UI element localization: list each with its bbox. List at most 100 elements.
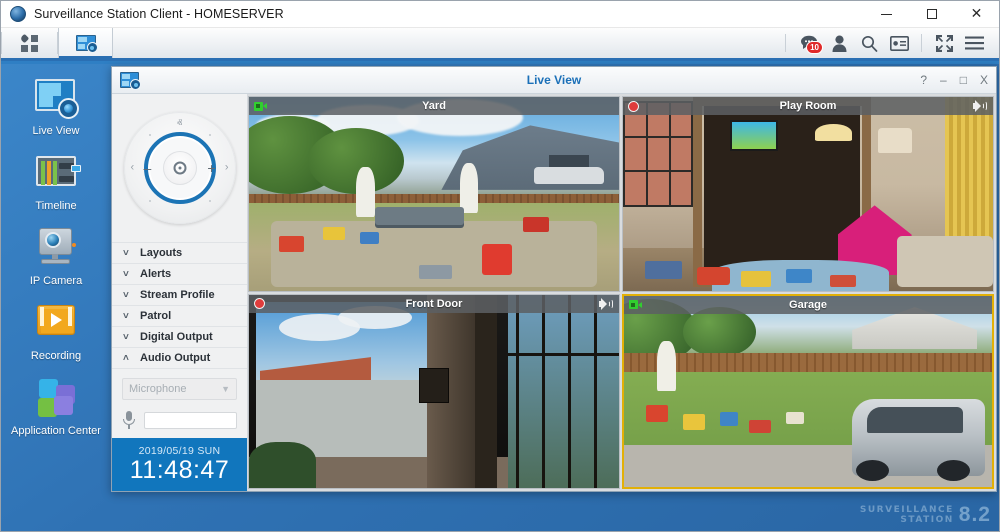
microphone-select[interactable]: Microphone ▼ (122, 378, 237, 400)
live-view-window-controls: ? – □ X (920, 74, 996, 86)
ptz-right-arrow[interactable]: › (225, 163, 229, 174)
accordion-label: Patrol (140, 310, 171, 322)
camera-name: Play Room (623, 100, 993, 112)
sidebar-item-application-center[interactable]: Application Center (1, 376, 111, 437)
ptz-up-arrow[interactable]: ⱏ (177, 119, 182, 130)
microphone-volume-row (122, 411, 237, 429)
sidebar-item-timeline[interactable]: Timeline (1, 151, 111, 212)
chevron-down-icon: ˅ (123, 248, 134, 259)
window-title-bar: Surveillance Station Client - HOMESERVER… (1, 1, 999, 28)
camera-control-panel: ⱏ ⱟ ‹ › – + ˅ Layouts ˅ Alerts ˅ Stream … (112, 94, 248, 491)
sidebar: Live View Timeline IP Camera Recording A… (1, 64, 111, 531)
sidebar-item-live-view[interactable]: Live View (1, 76, 111, 137)
live-view-window: Live View ? – □ X ⱏ ⱟ ‹ › – + ˅ Layouts … (111, 66, 997, 492)
live-view-window-title: Live View (112, 73, 996, 87)
accordion-stream-profile[interactable]: ˅ Stream Profile (112, 285, 247, 306)
accordion-patrol[interactable]: ˅ Patrol (112, 306, 247, 327)
accordion-audio-output[interactable]: ˄ Audio Output (112, 348, 247, 369)
ptz-diagonal-dot (149, 200, 151, 202)
sidebar-item-ip-camera[interactable]: IP Camera (1, 226, 111, 287)
help-button[interactable]: ? (920, 74, 927, 86)
camera-tile-play-room[interactable]: Play Room (622, 96, 994, 292)
ptz-dial[interactable]: ⱏ ⱟ ‹ › – + (124, 112, 236, 224)
notification-badge: 10 (806, 41, 823, 54)
hamburger-menu-icon[interactable] (959, 27, 989, 60)
clock-widget: 2019/05/19 SUN 11:48:47 (112, 438, 247, 491)
accordion-label: Layouts (140, 247, 182, 259)
camera-tile-header: Front Door (249, 295, 619, 313)
sidebar-item-label: Application Center (11, 425, 101, 437)
accordion-label: Digital Output (140, 331, 213, 343)
ptz-diagonal-dot (209, 200, 211, 202)
window-minimize-button[interactable] (864, 1, 909, 28)
accordion-label: Stream Profile (140, 289, 215, 301)
close-button[interactable]: X (980, 74, 988, 86)
timeline-icon (33, 151, 79, 195)
chevron-up-icon: ˄ (123, 353, 134, 364)
camera-green-icon (254, 102, 267, 111)
accordion-digital-output[interactable]: ˅ Digital Output (112, 327, 247, 348)
live-view-window-titlebar: Live View ? – □ X (112, 67, 996, 94)
notifications-chat-icon[interactable]: 10 (794, 27, 824, 60)
clock-time: 11:48:47 (130, 457, 229, 484)
license-card-icon[interactable] (884, 27, 914, 60)
camera-tile-garage[interactable]: Garage (622, 294, 994, 490)
accordion-label: Audio Output (140, 352, 210, 364)
microphone-select-value: Microphone (129, 383, 186, 395)
tab-live-view[interactable] (58, 28, 113, 58)
camera-video-feed (624, 296, 992, 488)
window-maximize-button[interactable] (909, 1, 954, 28)
live-view-body: ⱏ ⱟ ‹ › – + ˅ Layouts ˅ Alerts ˅ Stream … (112, 94, 996, 491)
camera-name: Front Door (249, 298, 619, 310)
microphone-icon[interactable] (122, 411, 136, 429)
chevron-down-icon: ▼ (221, 384, 230, 394)
magnifier-glyph (861, 35, 878, 52)
camera-tile-header: Play Room (623, 97, 993, 115)
chevron-down-icon: ˅ (123, 290, 134, 301)
camera-tile-front-door[interactable]: Front Door (248, 294, 620, 490)
ptz-control[interactable]: ⱏ ⱟ ‹ › – + (112, 94, 247, 242)
home-target-icon[interactable] (173, 162, 186, 175)
sidebar-item-recording[interactable]: Recording (1, 301, 111, 362)
record-red-icon (254, 298, 265, 309)
accordion-alerts[interactable]: ˅ Alerts (112, 264, 247, 285)
person-glyph (832, 35, 847, 52)
camera-name: Garage (624, 299, 992, 311)
ptz-diagonal-dot (149, 134, 151, 136)
minimize-button[interactable]: – (940, 74, 947, 86)
camera-tile-yard[interactable]: Yard (248, 96, 620, 292)
ptz-left-arrow[interactable]: ‹ (131, 163, 135, 174)
watermark-line-1: SURVEILLANCE (860, 506, 954, 515)
microphone-volume-slider[interactable] (144, 412, 237, 429)
camera-grid: Yard Play Room Front Door Garage (248, 94, 996, 491)
user-account-icon[interactable] (824, 27, 854, 60)
camera-video-feed (249, 97, 619, 291)
camera-video-feed (249, 295, 619, 489)
record-red-icon (628, 101, 639, 112)
toolbar-divider (921, 34, 922, 52)
menu-lines-glyph (965, 36, 984, 50)
chevron-down-icon: ˅ (123, 269, 134, 280)
accordion-layouts[interactable]: ˅ Layouts (112, 243, 247, 264)
fullscreen-icon[interactable] (929, 27, 959, 60)
application-window: Surveillance Station Client - HOMESERVER… (0, 0, 1000, 532)
toolbar-divider (785, 34, 786, 52)
window-title: Surveillance Station Client - HOMESERVER (34, 7, 284, 21)
speaker-icon[interactable] (973, 100, 988, 112)
apps-grid-button[interactable] (2, 28, 57, 58)
app-toolbar: 10 (1, 28, 999, 61)
control-accordion: ˅ Layouts ˅ Alerts ˅ Stream Profile ˅ Pa… (112, 242, 247, 369)
speaker-icon[interactable] (599, 298, 614, 310)
application-center-icon (33, 376, 79, 420)
expand-arrows-glyph (936, 35, 953, 52)
chevron-down-icon: ˅ (123, 332, 134, 343)
search-icon[interactable] (854, 27, 884, 60)
ptz-zoom-in-button[interactable]: + (207, 161, 215, 175)
ptz-diagonal-dot (209, 134, 211, 136)
window-close-button[interactable]: ✕ (954, 1, 999, 28)
toolbar-right-icons: 10 (785, 28, 999, 58)
watermark-version: 8.2 (959, 504, 991, 525)
camera-video-feed (623, 97, 993, 291)
ptz-zoom-out-button[interactable]: – (144, 161, 152, 175)
maximize-button[interactable]: □ (960, 74, 967, 86)
